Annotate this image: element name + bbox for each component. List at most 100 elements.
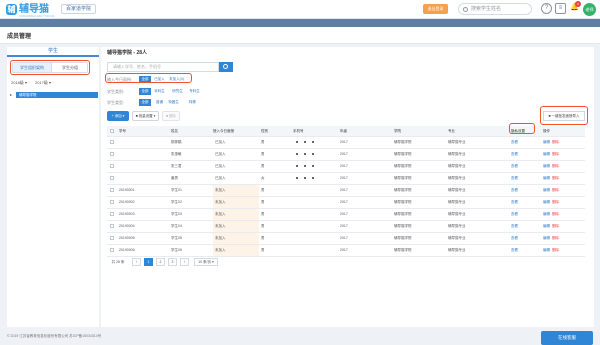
delete-link[interactable]: 删除 [552,176,559,180]
edit-link[interactable]: 编辑 [543,212,550,216]
privacy-link[interactable]: 查看 [511,221,518,231]
row-checkbox[interactable] [110,176,114,180]
privacy-link[interactable]: 查看 [511,185,518,195]
phone-cell [293,197,338,208]
delete-link[interactable]: 删除 [552,188,559,192]
masked-digit [296,165,298,168]
table-row[interactable]: 20190006 学生06 未加入男 2017 辅导猫学院 辅导猫专业 查看 编辑 删除 [107,245,585,257]
tab-students[interactable]: 学生 [7,47,99,57]
row-checkbox[interactable] [110,224,114,228]
phone-cell [293,209,338,220]
message-icon[interactable]: ≡ [555,3,566,14]
tree-expand-icon[interactable]: ▸ [10,92,12,98]
name-cell: 学生03 [171,212,182,216]
delete-link[interactable]: 删除 [552,164,559,168]
edit-link[interactable]: 编辑 [543,224,550,228]
table-row[interactable]: 那那鹤 已加入 男 2017 辅导猫学院 辅导猫专业 查看 编辑 删除 [107,137,585,149]
college-cell: 辅导猫学院 [394,176,412,180]
row-checkbox[interactable] [110,188,114,192]
major-cell: 辅导猫专业 [448,248,466,252]
sex-cell: 男 [261,152,265,156]
title-bar: 成员管理 [0,27,600,44]
customer-service-button[interactable]: 在线客服 [541,331,593,345]
delete-link[interactable]: 删除 [552,212,559,216]
row-actions: 编辑 删除 [543,221,559,231]
id-cell [119,161,169,172]
table-row[interactable]: 张三君 已加入 男 2017 辅导猫学院 辅导猫专业 查看 编辑 删除 [107,161,585,173]
next-page-button[interactable]: › [180,258,189,266]
page-number-button[interactable]: 1 [144,258,153,266]
row-checkbox[interactable] [110,212,114,216]
select-all-checkbox[interactable] [110,129,114,133]
logo[interactable]: 辅 辅导猫 FUDAOMAO EDU TOOLS [6,3,56,18]
filter-chip[interactable]: 特殊 [185,99,200,106]
delete-link[interactable]: 删除 [552,224,559,228]
batch-settings-button[interactable]: ■ 批量设置 ▾ [132,111,159,121]
edit-link[interactable]: 编辑 [543,176,550,180]
edit-link[interactable]: 编辑 [543,236,550,240]
masked-digit [304,165,306,168]
row-checkbox[interactable] [110,200,114,204]
filter-chip[interactable]: 本科生 [153,88,166,95]
delete-link[interactable]: 删除 [552,200,559,204]
delete-link[interactable]: 删除 [552,236,559,240]
table-row[interactable]: 20190002 学生02 未加入男 2017 辅导猫学院 辅导猫专业 查看 编辑 删除 [107,197,585,209]
avatar[interactable]: 老师 [583,3,596,16]
help-icon[interactable]: ? [541,3,552,14]
edit-link[interactable]: 编辑 [543,152,550,156]
grade-filter-2018[interactable]: 2018级 ▾ [11,80,27,86]
edit-link[interactable]: 编辑 [543,140,550,144]
table-row[interactable]: 张惠敏 已加入 男 2017 辅导猫学院 辅导猫专业 查看 编辑 删除 [107,149,585,161]
table-row[interactable]: 20190001 学生01 未加入男 2017 辅导猫学院 辅导猫专业 查看 编辑 删除 [107,185,585,197]
tree-node-selected[interactable]: 辅导猫学院 [16,92,98,98]
table-row[interactable]: 20190005 学生05 未加入男 2017 辅导猫学院 辅导猫专业 查看 编辑 删除 [107,233,585,245]
delete-link[interactable]: 删除 [552,248,559,252]
member-search-input[interactable]: 请输入学号、姓名、手机号 [107,62,219,72]
privacy-link[interactable]: 查看 [511,245,518,255]
footer-copyright: © 2019 江苏省教育信息化股份有限公司 苏ICP备15034314号 [7,334,102,338]
page-number-button[interactable]: 2 [156,258,165,266]
row-checkbox[interactable] [110,164,114,168]
column-header: 姓名 [171,129,178,133]
id-cell [119,137,169,148]
edit-link[interactable]: 编辑 [543,248,550,252]
delete-link[interactable]: 删除 [552,140,559,144]
privacy-link[interactable]: 查看 [511,173,518,183]
privacy-link[interactable]: 查看 [511,161,518,171]
add-button[interactable]: + 添加 ▾ [107,111,129,121]
privacy-link[interactable]: 查看 [511,197,518,207]
delete-button[interactable]: ■ 删除 [162,111,180,121]
edit-link[interactable]: 编辑 [543,164,550,168]
filter-chip[interactable]: 专科生 [187,88,202,95]
privacy-link[interactable]: 查看 [511,149,518,159]
edit-link[interactable]: 编辑 [543,200,550,204]
row-checkbox[interactable] [110,152,114,156]
global-search-input[interactable]: 搜索学生姓名 [458,3,532,15]
id-cell: 20190002 [119,200,135,204]
row-checkbox[interactable] [110,236,114,240]
filter-chip[interactable]: 研究生 [169,88,186,95]
row-actions: 编辑 删除 [543,245,559,255]
table-row[interactable]: 20190004 学生04 未加入男 2017 辅导猫学院 辅导猫专业 查看 编辑 删除 [107,221,585,233]
filter-chip[interactable]: 特困生 [165,99,182,106]
privacy-link[interactable]: 查看 [511,209,518,219]
privacy-link[interactable]: 查看 [511,137,518,147]
page-size-select[interactable]: 10 条/页 ▾ [194,258,218,266]
table-row[interactable]: 姜男 已加入 女 2017 辅导猫学院 辅导猫专业 查看 编辑 删除 [107,173,585,185]
page-number-button[interactable]: 3 [168,258,177,266]
name-cell: 姜男 [171,176,178,180]
filter-chip[interactable]: 全部 [139,99,151,106]
privacy-link[interactable]: 查看 [511,233,518,243]
prev-page-button[interactable]: ‹ [132,258,141,266]
major-cell: 辅导猫专业 [448,224,466,228]
search-button[interactable] [219,62,233,72]
edit-link[interactable]: 编辑 [543,188,550,192]
table-row[interactable]: 20190003 学生03 未加入男 2017 辅导猫学院 辅导猫专业 查看 编辑 删除 [107,209,585,221]
filter-chip[interactable]: 全部 [139,88,151,95]
row-checkbox[interactable] [110,140,114,144]
logout-button[interactable]: 退出登录 [423,4,448,14]
delete-link[interactable]: 删除 [552,152,559,156]
row-checkbox[interactable] [110,248,114,252]
grade-filter-2017[interactable]: 2017级 ▾ [35,80,51,86]
school-selector[interactable]: 百家道学院 [61,4,97,14]
